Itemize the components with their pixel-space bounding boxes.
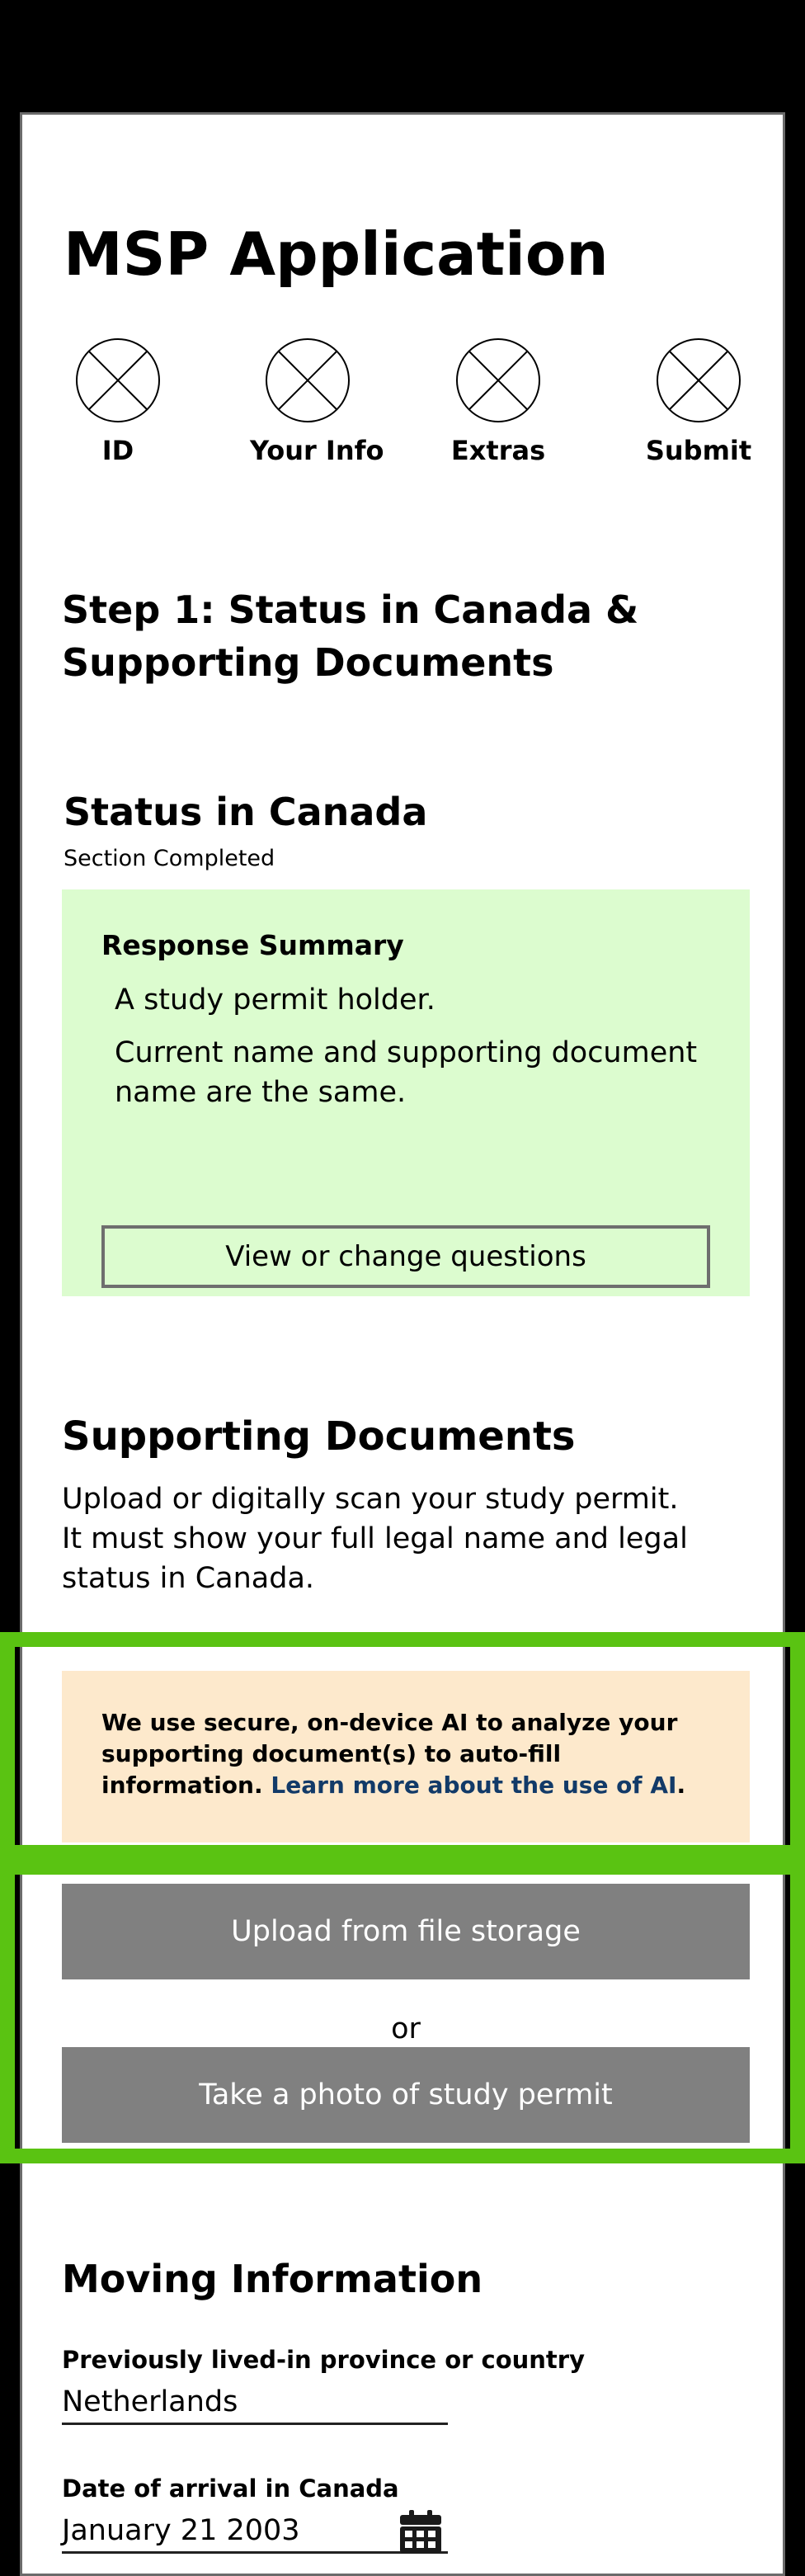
progress-step-label: Submit	[645, 435, 752, 466]
step-incomplete-icon	[76, 338, 160, 422]
ai-notice-period: .	[676, 1772, 686, 1799]
supporting-documents-title: Supporting Documents	[62, 1413, 576, 1460]
previous-residence-field[interactable]: Netherlands	[62, 2382, 448, 2425]
supporting-documents-description: Upload or digitally scan your study perm…	[62, 1483, 688, 1595]
page-title: MSP Application	[64, 219, 609, 289]
arrival-date-label: Date of arrival in Canada	[62, 2475, 399, 2503]
step-incomplete-icon	[456, 338, 540, 422]
step-heading: Step 1: Status in Canada & Supporting Do…	[62, 587, 639, 685]
summary-item: A study permit holder.	[115, 984, 435, 1017]
progress-step-your-info[interactable]: Your Info	[250, 337, 384, 466]
previous-residence-label: Previously lived-in province or country	[62, 2346, 585, 2374]
ai-notice-box: We use secure, on-device AI to analyze y…	[62, 1671, 750, 1842]
step-incomplete-icon	[266, 338, 350, 422]
section-status-text: Section Completed	[64, 846, 275, 871]
progress-step-label: ID	[101, 435, 134, 466]
progress-step-label: Extras	[450, 435, 546, 466]
take-photo-button[interactable]: Take a photo of study permit	[62, 2047, 750, 2143]
progress-step-id[interactable]: ID	[60, 337, 176, 466]
upload-from-file-storage-button[interactable]: Upload from file storage	[62, 1884, 750, 1979]
response-summary-box: Response Summary A study permit holder. …	[62, 889, 750, 1296]
ai-notice-text: We use secure, on-device AI to analyze y…	[101, 1707, 728, 1801]
summary-item: Current name and supporting document nam…	[115, 1036, 698, 1109]
progress-step-submit[interactable]: Submit	[641, 337, 756, 466]
step-incomplete-icon	[657, 338, 741, 422]
status-section-title: Status in Canada	[64, 790, 428, 834]
view-change-questions-button[interactable]: View or change questions	[101, 1225, 710, 1288]
moving-information-title: Moving Information	[62, 2257, 483, 2301]
progress-step-extras[interactable]: Extras	[440, 337, 556, 466]
response-summary-title: Response Summary	[101, 929, 404, 961]
app-frame: MSP Application ID Your Info Extras Subm…	[20, 112, 785, 2576]
or-separator: or	[391, 2012, 421, 2045]
learn-more-ai-link[interactable]: Learn more about the use of AI	[271, 1772, 676, 1799]
progress-step-label: Your Info	[250, 435, 384, 466]
calendar-icon[interactable]	[400, 2510, 441, 2553]
arrival-date-field[interactable]: January 21 2003	[62, 2511, 448, 2554]
